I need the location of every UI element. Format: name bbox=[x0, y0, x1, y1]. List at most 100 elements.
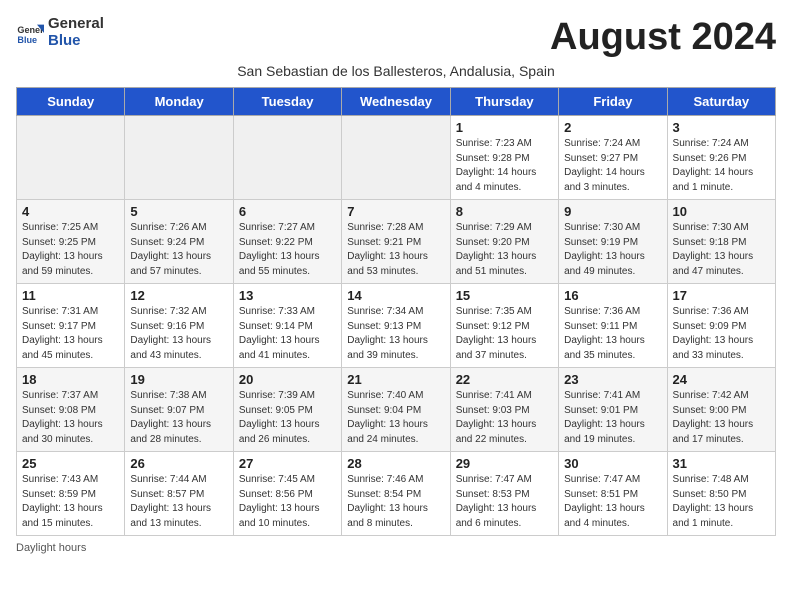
day-info: Sunrise: 7:48 AM Sunset: 8:50 PM Dayligh… bbox=[673, 473, 770, 531]
day-info: Sunrise: 7:33 AM Sunset: 9:14 PM Dayligh… bbox=[239, 305, 336, 363]
table-row: 3 Sunrise: 7:24 AM Sunset: 9:26 PM Daylig… bbox=[667, 116, 775, 200]
day-info: Sunrise: 7:24 AM Sunset: 9:26 PM Dayligh… bbox=[673, 137, 770, 195]
table-row: 6 Sunrise: 7:27 AM Sunset: 9:22 PM Daylig… bbox=[233, 200, 341, 284]
day-number: 29 bbox=[456, 456, 553, 471]
col-header-tuesday: Tuesday bbox=[233, 88, 341, 116]
day-number: 3 bbox=[673, 120, 770, 135]
table-row: 1 Sunrise: 7:23 AM Sunset: 9:28 PM Daylig… bbox=[450, 116, 558, 200]
day-number: 15 bbox=[456, 288, 553, 303]
col-header-thursday: Thursday bbox=[450, 88, 558, 116]
svg-text:Blue: Blue bbox=[17, 34, 37, 44]
day-number: 14 bbox=[347, 288, 444, 303]
day-number: 20 bbox=[239, 372, 336, 387]
table-row: 25 Sunrise: 7:43 AM Sunset: 8:59 PM Dayli… bbox=[17, 452, 125, 536]
day-number: 6 bbox=[239, 204, 336, 219]
table-row: 7 Sunrise: 7:28 AM Sunset: 9:21 PM Daylig… bbox=[342, 200, 450, 284]
logo-blue: Blue bbox=[48, 33, 104, 50]
day-number: 5 bbox=[130, 204, 227, 219]
table-row: 8 Sunrise: 7:29 AM Sunset: 9:20 PM Daylig… bbox=[450, 200, 558, 284]
day-info: Sunrise: 7:29 AM Sunset: 9:20 PM Dayligh… bbox=[456, 221, 553, 279]
table-row: 28Sunrise: 7:46 AM Sunset: 8:54 PM Dayli… bbox=[342, 452, 450, 536]
logo: General Blue General Blue bbox=[16, 16, 104, 49]
table-row: 22Sunrise: 7:41 AM Sunset: 9:03 PM Dayli… bbox=[450, 368, 558, 452]
day-info: Sunrise: 7:47 AM Sunset: 8:51 PM Dayligh… bbox=[564, 473, 661, 531]
day-number: 7 bbox=[347, 204, 444, 219]
table-row: 17Sunrise: 7:36 AM Sunset: 9:09 PM Dayli… bbox=[667, 284, 775, 368]
day-info: Sunrise: 7:40 AM Sunset: 9:04 PM Dayligh… bbox=[347, 389, 444, 447]
day-info: Sunrise: 7:31 AM Sunset: 9:17 PM Dayligh… bbox=[22, 305, 119, 363]
day-info: Sunrise: 7:36 AM Sunset: 9:09 PM Dayligh… bbox=[673, 305, 770, 363]
day-info: Sunrise: 7:37 AM Sunset: 9:08 PM Dayligh… bbox=[22, 389, 119, 447]
day-info: Sunrise: 7:23 AM Sunset: 9:28 PM Dayligh… bbox=[456, 137, 553, 195]
day-number: 19 bbox=[130, 372, 227, 387]
col-header-monday: Monday bbox=[125, 88, 233, 116]
day-number: 27 bbox=[239, 456, 336, 471]
table-row: 26 Sunrise: 7:44 AM Sunset: 8:57 PM Dayli… bbox=[125, 452, 233, 536]
day-info: Sunrise: 7:42 AM Sunset: 9:00 PM Dayligh… bbox=[673, 389, 770, 447]
day-number: 4 bbox=[22, 204, 119, 219]
day-info: Sunrise: 7:36 AM Sunset: 9:11 PM Dayligh… bbox=[564, 305, 661, 363]
day-number: 26 bbox=[130, 456, 227, 471]
day-info: Sunrise: 7:26 AM Sunset: 9:24 PM Dayligh… bbox=[130, 221, 227, 279]
table-row bbox=[342, 116, 450, 200]
table-row: 24 Sunrise: 7:42 AM Sunset: 9:00 PM Dayli… bbox=[667, 368, 775, 452]
table-row: 30 Sunrise: 7:47 AM Sunset: 8:51 PM Dayli… bbox=[559, 452, 667, 536]
day-info: Sunrise: 7:24 AM Sunset: 9:27 PM Dayligh… bbox=[564, 137, 661, 195]
table-row: 15 Sunrise: 7:35 AM Sunset: 9:12 PM Dayli… bbox=[450, 284, 558, 368]
day-info: Sunrise: 7:35 AM Sunset: 9:12 PM Dayligh… bbox=[456, 305, 553, 363]
day-number: 24 bbox=[673, 372, 770, 387]
logo-general: General bbox=[48, 16, 104, 33]
col-header-friday: Friday bbox=[559, 88, 667, 116]
table-row: 20 Sunrise: 7:39 AM Sunset: 9:05 PM Dayli… bbox=[233, 368, 341, 452]
table-row: 12 Sunrise: 7:32 AM Sunset: 9:16 PM Dayli… bbox=[125, 284, 233, 368]
day-info: Sunrise: 7:28 AM Sunset: 9:21 PM Dayligh… bbox=[347, 221, 444, 279]
day-number: 9 bbox=[564, 204, 661, 219]
day-number: 10 bbox=[673, 204, 770, 219]
col-header-saturday: Saturday bbox=[667, 88, 775, 116]
day-info: Sunrise: 7:27 AM Sunset: 9:22 PM Dayligh… bbox=[239, 221, 336, 279]
table-row bbox=[233, 116, 341, 200]
day-number: 30 bbox=[564, 456, 661, 471]
day-info: Sunrise: 7:30 AM Sunset: 9:19 PM Dayligh… bbox=[564, 221, 661, 279]
table-row: 21 Sunrise: 7:40 AM Sunset: 9:04 PM Dayli… bbox=[342, 368, 450, 452]
day-number: 12 bbox=[130, 288, 227, 303]
day-number: 2 bbox=[564, 120, 661, 135]
day-info: Sunrise: 7:32 AM Sunset: 9:16 PM Dayligh… bbox=[130, 305, 227, 363]
day-info: Sunrise: 7:44 AM Sunset: 8:57 PM Dayligh… bbox=[130, 473, 227, 531]
table-row: 9 Sunrise: 7:30 AM Sunset: 9:19 PM Daylig… bbox=[559, 200, 667, 284]
day-info: Sunrise: 7:43 AM Sunset: 8:59 PM Dayligh… bbox=[22, 473, 119, 531]
day-number: 25 bbox=[22, 456, 119, 471]
footer-daylight-label: Daylight hours bbox=[16, 542, 776, 554]
col-header-wednesday: Wednesday bbox=[342, 88, 450, 116]
day-number: 31 bbox=[673, 456, 770, 471]
table-row: 23Sunrise: 7:41 AM Sunset: 9:01 PM Dayli… bbox=[559, 368, 667, 452]
day-number: 21 bbox=[347, 372, 444, 387]
month-title: August 2024 bbox=[550, 16, 776, 59]
day-info: Sunrise: 7:41 AM Sunset: 9:01 PM Dayligh… bbox=[564, 389, 661, 447]
subtitle: San Sebastian de los Ballesteros, Andalu… bbox=[16, 63, 776, 79]
calendar-table: SundayMondayTuesdayWednesdayThursdayFrid… bbox=[16, 87, 776, 536]
table-row: 2 Sunrise: 7:24 AM Sunset: 9:27 PM Daylig… bbox=[559, 116, 667, 200]
day-number: 22 bbox=[456, 372, 553, 387]
day-info: Sunrise: 7:25 AM Sunset: 9:25 PM Dayligh… bbox=[22, 221, 119, 279]
day-number: 11 bbox=[22, 288, 119, 303]
table-row bbox=[125, 116, 233, 200]
table-row: 14Sunrise: 7:34 AM Sunset: 9:13 PM Dayli… bbox=[342, 284, 450, 368]
table-row: 13 Sunrise: 7:33 AM Sunset: 9:14 PM Dayli… bbox=[233, 284, 341, 368]
table-row: 4 Sunrise: 7:25 AM Sunset: 9:25 PM Daylig… bbox=[17, 200, 125, 284]
logo-icon: General Blue bbox=[16, 19, 44, 47]
day-number: 13 bbox=[239, 288, 336, 303]
day-info: Sunrise: 7:45 AM Sunset: 8:56 PM Dayligh… bbox=[239, 473, 336, 531]
table-row: 10 Sunrise: 7:30 AM Sunset: 9:18 PM Dayli… bbox=[667, 200, 775, 284]
day-info: Sunrise: 7:46 AM Sunset: 8:54 PM Dayligh… bbox=[347, 473, 444, 531]
table-row: 11 Sunrise: 7:31 AM Sunset: 9:17 PM Dayli… bbox=[17, 284, 125, 368]
day-number: 1 bbox=[456, 120, 553, 135]
day-info: Sunrise: 7:39 AM Sunset: 9:05 PM Dayligh… bbox=[239, 389, 336, 447]
day-info: Sunrise: 7:30 AM Sunset: 9:18 PM Dayligh… bbox=[673, 221, 770, 279]
day-number: 8 bbox=[456, 204, 553, 219]
header: General Blue General Blue August 2024 bbox=[16, 16, 776, 59]
day-number: 18 bbox=[22, 372, 119, 387]
table-row: 16Sunrise: 7:36 AM Sunset: 9:11 PM Dayli… bbox=[559, 284, 667, 368]
table-row: 27 Sunrise: 7:45 AM Sunset: 8:56 PM Dayli… bbox=[233, 452, 341, 536]
day-info: Sunrise: 7:38 AM Sunset: 9:07 PM Dayligh… bbox=[130, 389, 227, 447]
